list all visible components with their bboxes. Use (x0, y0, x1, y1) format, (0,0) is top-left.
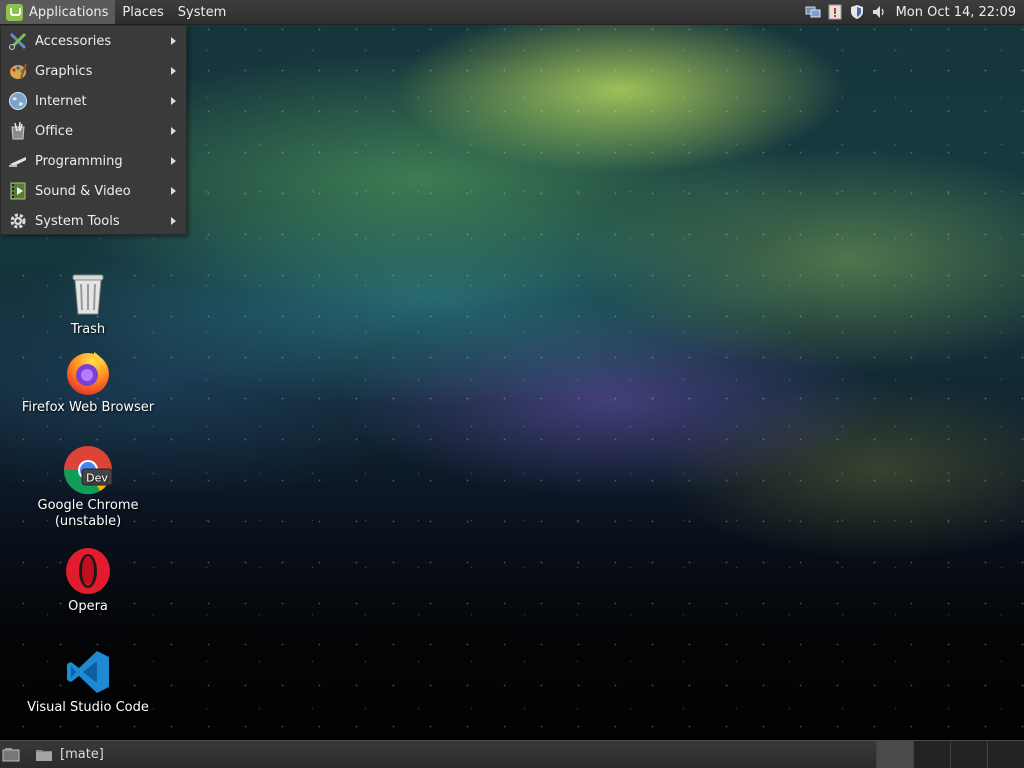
accessories-icon (7, 30, 29, 52)
chevron-right-icon (171, 127, 176, 135)
chevron-right-icon (171, 97, 176, 105)
menu-item-label: Office (35, 123, 73, 139)
system-tray: Mon Oct 14, 22:09 (802, 0, 1024, 24)
show-desktop-button[interactable] (0, 741, 22, 768)
applications-dropdown-menu: Accessories Graphics Internet Office Pro… (0, 25, 187, 235)
menu-item-programming[interactable]: Programming (1, 146, 186, 176)
desktop-icon-visual-studio-code[interactable]: Visual Studio Code (18, 646, 158, 716)
menu-item-label: Accessories (35, 33, 112, 49)
graphics-icon (7, 60, 29, 82)
workspace-switcher (876, 741, 1024, 768)
desktop-icon-label: Visual Studio Code (27, 700, 149, 715)
taskbar-window-label: [mate] (60, 747, 104, 762)
places-menu-label: Places (122, 4, 164, 20)
show-desktop-icon (2, 747, 20, 761)
linux-mint-logo-icon (6, 3, 23, 21)
bottom-panel: [mate] (0, 740, 1024, 768)
sound-video-icon (7, 180, 29, 202)
panel-clock[interactable]: Mon Oct 14, 22:09 (890, 5, 1024, 20)
desktop-icon-label: Opera (68, 599, 108, 614)
desktop-icon-google-chrome[interactable]: Dev Google Chrome (unstable) (18, 444, 158, 530)
firefox-icon (62, 346, 114, 398)
vscode-icon (62, 646, 114, 698)
main-menu-bar: Applications Places System (0, 0, 233, 24)
chevron-right-icon (171, 37, 176, 45)
workspace-3[interactable] (950, 741, 987, 768)
menu-item-graphics[interactable]: Graphics (1, 56, 186, 86)
desktop-icon-trash[interactable]: Trash (18, 268, 158, 338)
desktop-icon-label: Firefox Web Browser (21, 400, 155, 415)
update-manager-icon[interactable] (827, 4, 843, 20)
menu-item-label: Internet (35, 93, 87, 109)
internet-icon (7, 90, 29, 112)
workspace-2[interactable] (913, 741, 950, 768)
desktop-icon-label: Google Chrome (unstable) (37, 498, 139, 529)
programming-icon (7, 150, 29, 172)
menu-item-sound-video[interactable]: Sound & Video (1, 176, 186, 206)
applications-menu-label: Applications (29, 4, 109, 20)
system-menu-button[interactable]: System (171, 0, 233, 24)
desktop-icon-opera[interactable]: Opera (18, 545, 158, 615)
network-icon[interactable] (805, 4, 821, 20)
shield-icon[interactable] (849, 4, 865, 20)
system-tools-icon (7, 210, 29, 232)
chrome-dev-badge: Dev (86, 472, 108, 485)
folder-icon (36, 750, 52, 761)
chevron-right-icon (171, 187, 176, 195)
chevron-right-icon (171, 67, 176, 75)
chevron-right-icon (171, 217, 176, 225)
workspace-4[interactable] (987, 741, 1024, 768)
office-icon (7, 120, 29, 142)
volume-icon[interactable] (871, 4, 887, 20)
desktop-icon-firefox[interactable]: Firefox Web Browser (18, 346, 158, 416)
menu-item-label: System Tools (35, 213, 120, 229)
menu-item-label: Sound & Video (35, 183, 131, 199)
chrome-dev-icon: Dev (62, 444, 114, 496)
trash-icon (62, 268, 114, 320)
taskbar-window-button[interactable]: [mate] (22, 741, 112, 768)
workspace-1[interactable] (876, 741, 913, 768)
menu-item-internet[interactable]: Internet (1, 86, 186, 116)
desktop-icon-label: Trash (70, 322, 106, 337)
chevron-right-icon (171, 157, 176, 165)
menu-item-label: Graphics (35, 63, 93, 79)
menu-item-accessories[interactable]: Accessories (1, 26, 186, 56)
places-menu-button[interactable]: Places (115, 0, 170, 24)
applications-menu-button[interactable]: Applications (0, 0, 116, 24)
menu-item-system-tools[interactable]: System Tools (1, 206, 186, 236)
system-menu-label: System (177, 4, 227, 20)
menu-item-office[interactable]: Office (1, 116, 186, 146)
menu-item-label: Programming (35, 153, 123, 169)
top-panel: Applications Places System Mon Oct 14, 2… (0, 0, 1024, 25)
opera-icon (62, 545, 114, 597)
